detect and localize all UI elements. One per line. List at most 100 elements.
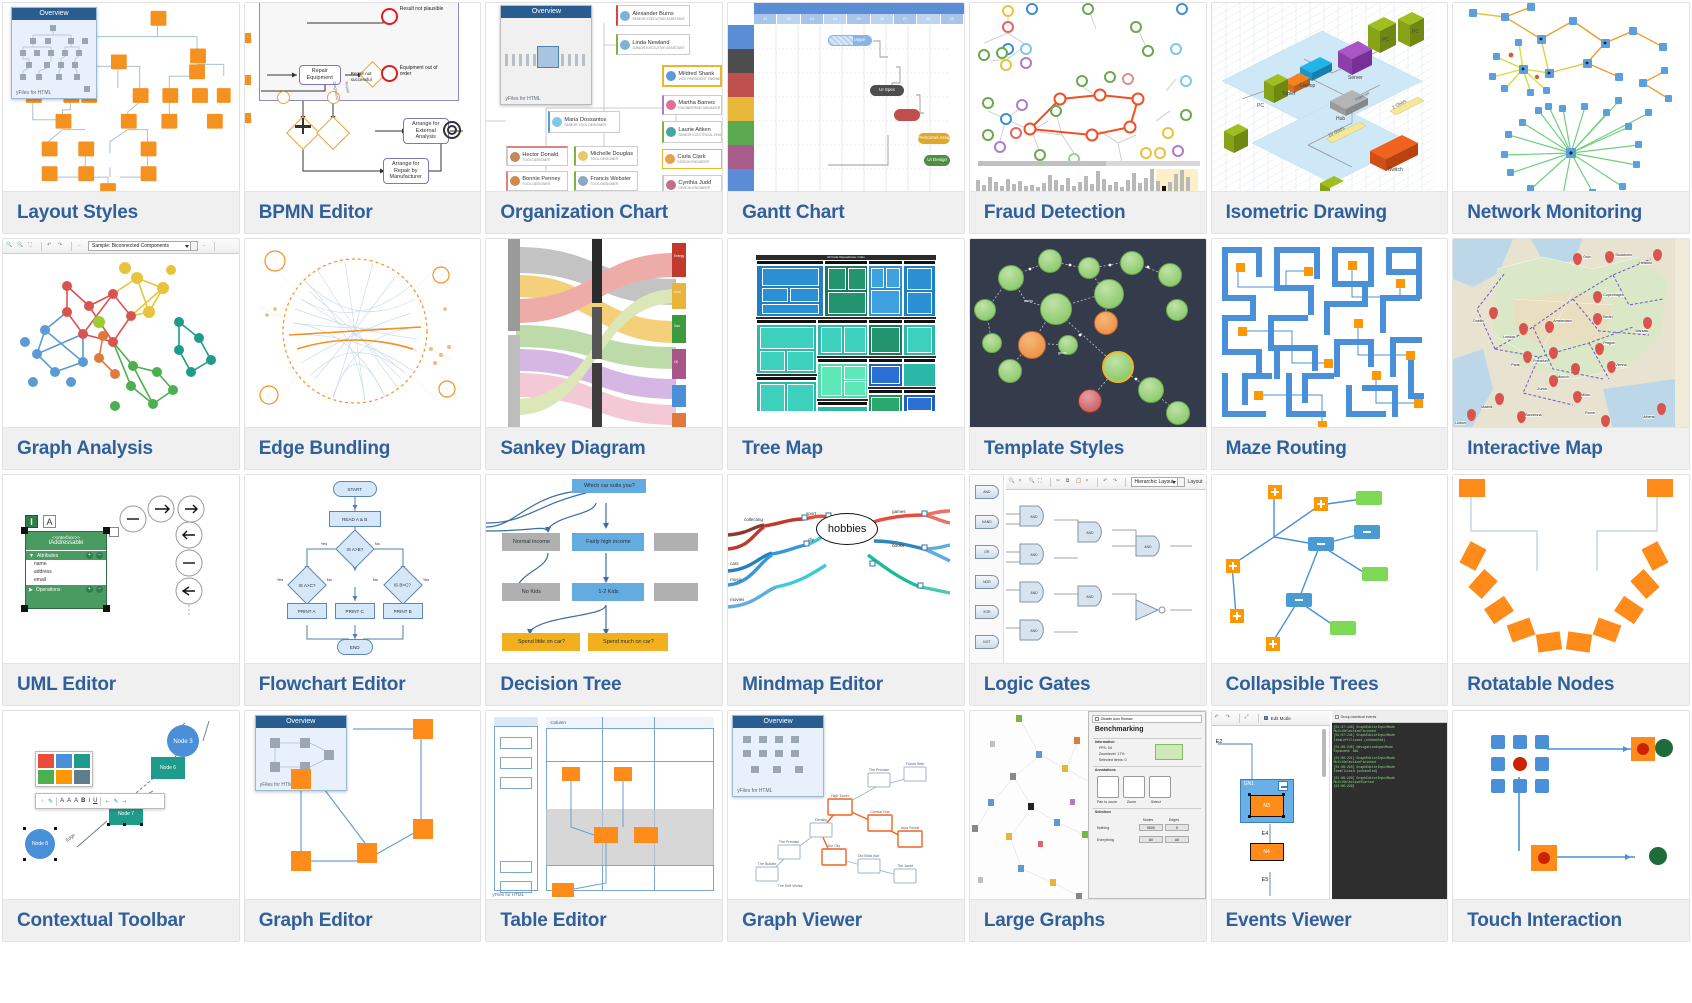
decision-node-1-2-kids[interactable]: 1-2 Kids (572, 583, 645, 601)
demo-card-graph-editor[interactable]: Overview yFiles for HTML Graph Editor (243, 710, 482, 942)
maze-node[interactable] (1371, 371, 1381, 380)
redo-icon[interactable]: ↷ (1113, 478, 1120, 486)
collapsible-leaf-node[interactable] (1355, 491, 1382, 505)
selection-everything-nodes[interactable]: All (1138, 836, 1163, 843)
decision-node-spend-much[interactable]: Spend much on car? (588, 633, 669, 651)
touch-node[interactable] (1535, 757, 1550, 771)
maze-node[interactable] (1253, 391, 1263, 400)
collapsible-collapse-node[interactable] (1307, 537, 1334, 551)
resize-handle[interactable] (1281, 815, 1285, 818)
contextual-format-toolbar[interactable]: ⁘ ✎ A A A B I U ← ✎ → (35, 793, 165, 809)
contextual-color-palette[interactable] (35, 751, 93, 787)
copy-icon[interactable]: ⧉ (1066, 478, 1073, 486)
undo-icon[interactable]: ↶ (1103, 478, 1110, 486)
collapsible-expand-node[interactable] (1225, 559, 1240, 573)
flowchart-node-read[interactable]: READ A & B (328, 511, 381, 527)
layout-button[interactable]: Layout (1188, 479, 1203, 485)
rotatable-node[interactable] (1536, 631, 1563, 653)
redo-icon[interactable]: ↷ (1226, 714, 1234, 722)
italic-icon[interactable]: I (88, 798, 90, 804)
logic-gates-palette[interactable]: AND NAND OR NOR XOR NOT (969, 475, 1004, 663)
palette-gate-not[interactable]: NOT (974, 635, 999, 649)
decision-node-spend-little[interactable]: Spend little on car? (502, 633, 581, 651)
ts-avatar-node[interactable] (1077, 257, 1100, 279)
touch-node[interactable] (1513, 735, 1528, 749)
events-toolbar[interactable]: ↶ ↷ ⤢ Edit Mode (1211, 711, 1330, 726)
touch-node[interactable] (1535, 735, 1550, 749)
resize-handle[interactable] (23, 858, 26, 861)
demo-card-flowchart-editor[interactable]: START READ A & B IS A>B? IS A>C? IS B>C?… (243, 474, 482, 706)
maze-node[interactable] (1413, 399, 1423, 408)
demo-card-network-monitoring[interactable]: Network Monitoring (1452, 2, 1690, 234)
ts-avatar-node[interactable] (1165, 299, 1188, 321)
arrow-right-icon[interactable]: → (122, 798, 128, 804)
ts-avatar-node[interactable] (1017, 331, 1046, 359)
events-node-n3[interactable]: N3 (1249, 795, 1284, 817)
underline-icon[interactable]: U (93, 798, 97, 804)
ts-avatar-node[interactable] (1119, 251, 1144, 275)
collapsible-expand-node[interactable] (1313, 497, 1328, 511)
ts-avatar-node[interactable] (1165, 401, 1190, 425)
demo-card-edge-bundling[interactable]: Edge Bundling (243, 238, 482, 470)
collapsible-expand-node[interactable] (1229, 609, 1244, 623)
graph-editor-node[interactable] (412, 719, 433, 739)
ts-avatar-node[interactable] (1077, 389, 1102, 413)
maze-node[interactable] (1323, 359, 1333, 368)
zoom-out-icon[interactable]: 🔍 (1028, 478, 1035, 486)
maze-node[interactable] (1237, 327, 1247, 336)
maze-node[interactable] (1235, 263, 1245, 272)
demo-card-logic-gates[interactable]: AND NAND OR NOR XOR NOT 🔍 × 🔍 ⛶ ✂ ⧉ 📋 × … (968, 474, 1207, 706)
zoom-in-icon[interactable]: 🔍 (1009, 478, 1016, 486)
fit-content-icon[interactable]: ⛶ (1038, 478, 1045, 486)
ts-avatar-node[interactable] (1039, 293, 1072, 325)
group-events-checkbox[interactable] (1334, 714, 1339, 719)
selection-nothing-nodes[interactable]: 5000 (1138, 824, 1163, 831)
resize-handle[interactable] (123, 823, 126, 826)
palette-gate-nand[interactable]: NAND (974, 515, 999, 529)
demo-card-layout-styles[interactable]: Overview yFiles for HTML Layout Styles (2, 2, 240, 234)
ts-avatar-node[interactable] (997, 265, 1024, 291)
graph-editor-node[interactable] (356, 843, 377, 863)
rotatable-node[interactable] (1566, 631, 1593, 653)
graph-editor-node[interactable] (412, 819, 433, 839)
events-log[interactable]: [01:07:148] GraphEditorInputMode MultiSe… (1331, 723, 1448, 899)
rotatable-node[interactable] (1459, 479, 1486, 497)
cut-icon[interactable]: ✂ (1056, 478, 1063, 486)
decision-node-question[interactable]: Which car suits you? (572, 479, 647, 493)
demo-card-table-editor[interactable]: Column yFiles for HTML Table Editor (485, 710, 724, 942)
decision-node-fairly-high-income[interactable]: Fairly high income (572, 533, 645, 551)
ts-avatar-node[interactable] (981, 333, 1002, 353)
auto-redraw-checkbox[interactable] (1094, 717, 1099, 721)
brush-icon[interactable]: ✎ (48, 798, 53, 805)
font-color-icon[interactable]: A (60, 798, 64, 804)
demo-card-graph-viewer[interactable]: Overview yFiles for HTML The Premise Fut… (727, 710, 965, 942)
touch-node[interactable] (1491, 735, 1506, 749)
demo-card-mindmap-editor[interactable]: hobbies collecting sport games books diy… (727, 474, 965, 706)
previous-sample-icon[interactable]: ← (77, 242, 85, 250)
resize-handle[interactable] (54, 827, 57, 830)
selection-nothing-edges[interactable]: 0 (1164, 824, 1189, 831)
demo-card-sankey-diagram[interactable]: Energy Coal Gas Oil Sankey Diagram (485, 238, 724, 470)
demo-card-contextual-toolbar[interactable]: Node 3 Node 6 Node 7 Node 8 Edge ⁘ ✎ A A… (2, 710, 240, 942)
flowchart-node-print-b[interactable]: PRINT B (382, 603, 423, 619)
zoom-reset-icon[interactable]: × (1019, 478, 1026, 486)
auto-redraw-row[interactable]: Disable Auto Redraw (1091, 715, 1202, 723)
font-grow-icon[interactable]: A (74, 798, 78, 804)
swatch-red[interactable] (38, 754, 54, 768)
contextual-node-6[interactable]: Node 6 (151, 757, 185, 779)
swatch-orange[interactable] (56, 770, 72, 784)
selection-everything-edges[interactable]: All (1164, 836, 1189, 843)
delete-icon[interactable]: × (1085, 478, 1092, 486)
collapsible-collapse-node[interactable] (1285, 593, 1312, 607)
ts-avatar-node[interactable] (1157, 263, 1182, 287)
events-group-toolbar[interactable]: Group identical events (1331, 711, 1448, 723)
swatch-teal[interactable] (74, 754, 90, 768)
demo-card-fraud-detection[interactable]: Fraud Detection (968, 2, 1207, 234)
decision-node-normal-income[interactable]: Normal income (502, 533, 561, 551)
ts-avatar-node[interactable] (1037, 249, 1062, 273)
undo-icon[interactable]: ↶ (1215, 714, 1223, 722)
next-sample-icon[interactable]: → (201, 242, 209, 250)
palette-gate-and[interactable]: AND (974, 485, 999, 499)
demo-card-tree-map[interactable]: All Code Repositories: index Tree Map (727, 238, 965, 470)
ts-avatar-node[interactable] (1101, 351, 1134, 383)
